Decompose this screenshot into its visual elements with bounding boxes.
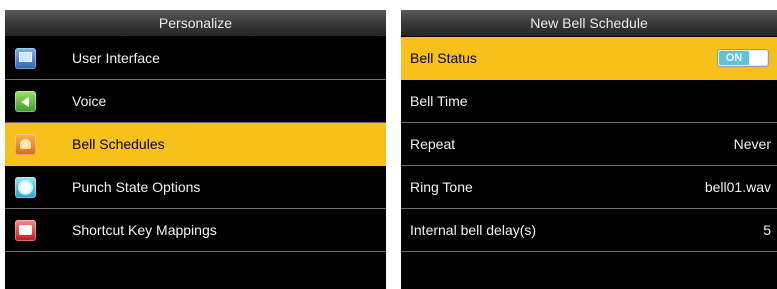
toggle-knob [750,51,767,65]
new-bell-schedule-screen: New Bell Schedule Bell Status ON Bell Ti… [401,10,777,289]
setting-value: bell01.wav [704,179,771,195]
menu-item-label: Bell Schedules [72,136,165,152]
menu-item-punch-state-options[interactable]: Punch State Options [5,166,386,209]
screen-title: Personalize [5,10,386,37]
setting-label: Bell Time [410,93,468,109]
screen-title: New Bell Schedule [401,10,777,37]
setting-value: 5 [763,222,771,238]
menu-item-user-interface[interactable]: User Interface [5,37,386,80]
setting-internal-bell-delay[interactable]: Internal bell delay(s) 5 [401,209,777,252]
gear-icon [15,177,36,198]
monitor-icon [15,48,36,69]
keyboard-icon [15,220,36,241]
setting-repeat[interactable]: Repeat Never [401,123,777,166]
menu-item-label: Punch State Options [72,179,201,195]
menu-item-bell-schedules[interactable]: Bell Schedules [5,123,386,166]
toggle-on-label: ON [719,51,749,65]
setting-label: Repeat [410,136,456,152]
menu-item-label: Voice [72,93,107,109]
setting-label: Bell Status [410,50,477,66]
bell-icon [15,134,36,155]
setting-value: Never [733,136,771,152]
menu-item-shortcut-key-mappings[interactable]: Shortcut Key Mappings [5,209,386,252]
speaker-icon [15,91,36,112]
setting-label: Ring Tone [410,179,473,195]
setting-bell-status[interactable]: Bell Status ON [401,37,777,80]
bell-status-toggle[interactable]: ON [717,49,769,67]
menu-item-voice[interactable]: Voice [5,80,386,123]
setting-ring-tone[interactable]: Ring Tone bell01.wav [401,166,777,209]
setting-bell-time[interactable]: Bell Time [401,80,777,123]
personalize-screen: Personalize User Interface Voice Bell Sc… [5,10,386,289]
menu-item-label: Shortcut Key Mappings [72,222,217,238]
menu-item-label: User Interface [72,50,160,66]
setting-label: Internal bell delay(s) [410,222,537,238]
